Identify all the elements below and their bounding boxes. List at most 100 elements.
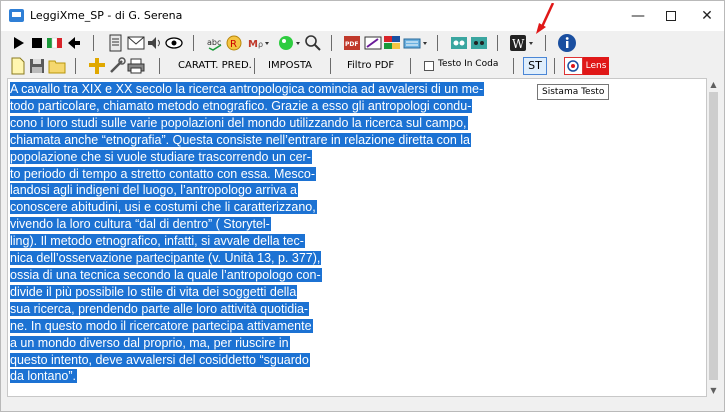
new-file-icon[interactable]: [9, 57, 27, 75]
text-line: ling). Il metodo etnografico, infatti, s…: [10, 233, 484, 250]
svg-text:W: W: [512, 37, 525, 51]
pdf-icon[interactable]: PDF: [343, 34, 361, 52]
text-line: chiamata anche “etnografia”. Questa cons…: [10, 132, 484, 149]
search-icon[interactable]: [304, 34, 322, 52]
lens-label: Lens: [583, 57, 609, 75]
text-line-content: ne. In questo modo il ricercatore partec…: [10, 318, 313, 333]
editor-text[interactable]: A cavallo tra XIX e XX secolo la ricerca…: [10, 81, 485, 385]
text-line-content: a un mondo diverso dal proprio, ma, per …: [10, 335, 290, 350]
app-icon: [9, 9, 24, 22]
caratt-pred-button[interactable]: CARATT. PRED.: [174, 57, 256, 75]
toolbar-separator: [437, 35, 438, 51]
lens-button[interactable]: Lens: [564, 57, 609, 75]
registered-icon[interactable]: R: [225, 34, 243, 52]
testo-in-coda-checkbox[interactable]: [424, 61, 434, 71]
keyboard-icon[interactable]: [403, 34, 429, 52]
text-line-content: cono i loro studi sulle varie popolazion…: [10, 115, 468, 130]
text-line-content: questo intento, deve avvalersi del cosid…: [10, 352, 310, 367]
text-line-content: nica dell’osservazione partecipante (v. …: [10, 251, 322, 266]
app-window: LeggiXme_SP - di G. Serena — ✕ abc R Mρ …: [0, 0, 725, 412]
toolbar-separator: [254, 58, 255, 74]
text-line: da lontano”.: [10, 368, 484, 385]
toolbar-separator: [410, 58, 411, 74]
vertical-scrollbar[interactable]: ▲ ▼: [707, 78, 720, 397]
printer-icon[interactable]: [127, 57, 145, 75]
open-folder-icon[interactable]: [48, 57, 66, 75]
text-line-content: popolazione che si vuole studiare trasco…: [10, 149, 312, 164]
st-button[interactable]: ST: [523, 57, 547, 75]
text-line-content: divide il più possibile lo stile di vita…: [10, 284, 298, 299]
toolbar-secondary: CARATT. PRED. IMPOSTA Filtro PDF Testo I…: [1, 55, 724, 77]
eyes-alt-icon[interactable]: [470, 34, 488, 52]
text-line-content: ling). Il metodo etnografico, infatti, s…: [10, 234, 305, 249]
text-line: to periodo di tempo a stretto contatto c…: [10, 166, 484, 183]
envelope-icon[interactable]: [127, 34, 145, 52]
text-line: ne. In questo modo il ricercatore partec…: [10, 318, 484, 335]
text-line-content: landosi agli indigeni del luogo, l’antro…: [10, 183, 298, 198]
text-line-content: da lontano”.: [10, 369, 78, 384]
cross-icon[interactable]: [88, 57, 106, 75]
close-button[interactable]: ✕: [687, 1, 725, 31]
text-line: conoscere abitudini, usi e costumi che l…: [10, 199, 484, 216]
spellcheck-icon[interactable]: abc: [206, 34, 224, 52]
toolbar-main: abc R Mρ PDF W: [1, 31, 724, 55]
text-line: nica dell’osservazione partecipante (v. …: [10, 250, 484, 267]
text-line: todo particolare, chiamato metodo etnogr…: [10, 98, 484, 115]
text-line: landosi agli indigeni del luogo, l’antro…: [10, 182, 484, 199]
red-arrow-icon: [536, 3, 555, 34]
eye-icon[interactable]: [165, 34, 183, 52]
text-line-content: to periodo di tempo a stretto contatto c…: [10, 166, 317, 181]
imposta-button[interactable]: IMPOSTA: [264, 57, 316, 75]
toolbar-separator: [545, 35, 546, 51]
text-line: a un mondo diverso dal proprio, ma, per …: [10, 335, 484, 352]
text-line-content: A cavallo tra XIX e XX secolo la ricerca…: [10, 82, 485, 96]
pen-icon[interactable]: [364, 34, 382, 52]
text-line: A cavallo tra XIX e XX secolo la ricerca…: [10, 81, 485, 98]
play-icon[interactable]: [10, 34, 28, 52]
text-line: ossia di una tecnica secondo la quale l’…: [10, 267, 484, 284]
stop-icon[interactable]: [28, 34, 46, 52]
svg-text:PDF: PDF: [345, 41, 358, 48]
toolbar-separator: [331, 35, 332, 51]
text-line: sua ricerca, prendendo parte alle loro a…: [10, 301, 484, 318]
text-line: popolazione che si vuole studiare trasco…: [10, 149, 484, 166]
text-line: questo intento, deve avvalersi del cosid…: [10, 352, 484, 369]
italian-flag-icon[interactable]: [46, 34, 64, 52]
scroll-up-icon[interactable]: ▲: [707, 78, 720, 91]
speaker-icon[interactable]: [146, 34, 164, 52]
filtro-pdf-button[interactable]: Filtro PDF: [343, 57, 398, 75]
mp-icon[interactable]: Mρ: [247, 34, 271, 52]
toolbar-separator: [330, 58, 331, 74]
toolbar-separator: [159, 58, 160, 74]
lens-icon-graphic: [567, 60, 579, 72]
document-icon[interactable]: [107, 34, 125, 52]
maximize-button[interactable]: [651, 1, 691, 31]
svg-text:ρ: ρ: [258, 40, 263, 49]
eyes-icon[interactable]: [450, 34, 468, 52]
toolbar-separator: [193, 35, 194, 51]
svg-text:M: M: [248, 39, 258, 50]
toolbar-separator: [93, 35, 94, 51]
text-line: cono i loro studi sulle varie popolazion…: [10, 115, 484, 132]
scroll-thumb[interactable]: [709, 92, 718, 380]
scroll-down-icon[interactable]: ▼: [707, 384, 720, 397]
save-icon[interactable]: [28, 57, 46, 75]
text-line-content: todo particolare, chiamato metodo etnogr…: [10, 98, 473, 113]
translate-icon[interactable]: [278, 34, 302, 52]
maximize-icon: [666, 11, 676, 21]
text-editor[interactable]: A cavallo tra XIX e XX secolo la ricerca…: [7, 78, 707, 397]
info-icon[interactable]: [557, 33, 577, 53]
tools-icon[interactable]: [108, 57, 126, 75]
text-line-content: sua ricerca, prendendo parte alle loro a…: [10, 301, 310, 316]
text-line-content: vivendo la loro cultura “dal di dentro” …: [10, 217, 271, 232]
text-line-content: ossia di una tecnica secondo la quale l’…: [10, 267, 322, 282]
back-icon[interactable]: [65, 34, 83, 52]
text-line-content: conoscere abitudini, usi e costumi che l…: [10, 200, 317, 215]
flags-icon[interactable]: [383, 34, 401, 52]
text-line: vivendo la loro cultura “dal di dentro” …: [10, 216, 484, 233]
toolbar-separator: [75, 58, 76, 74]
title-bar: LeggiXme_SP - di G. Serena — ✕: [1, 1, 724, 31]
lens-icon: [564, 57, 583, 75]
toolbar-separator: [513, 58, 514, 74]
testo-in-coda-label: Testo In Coda: [438, 59, 499, 69]
